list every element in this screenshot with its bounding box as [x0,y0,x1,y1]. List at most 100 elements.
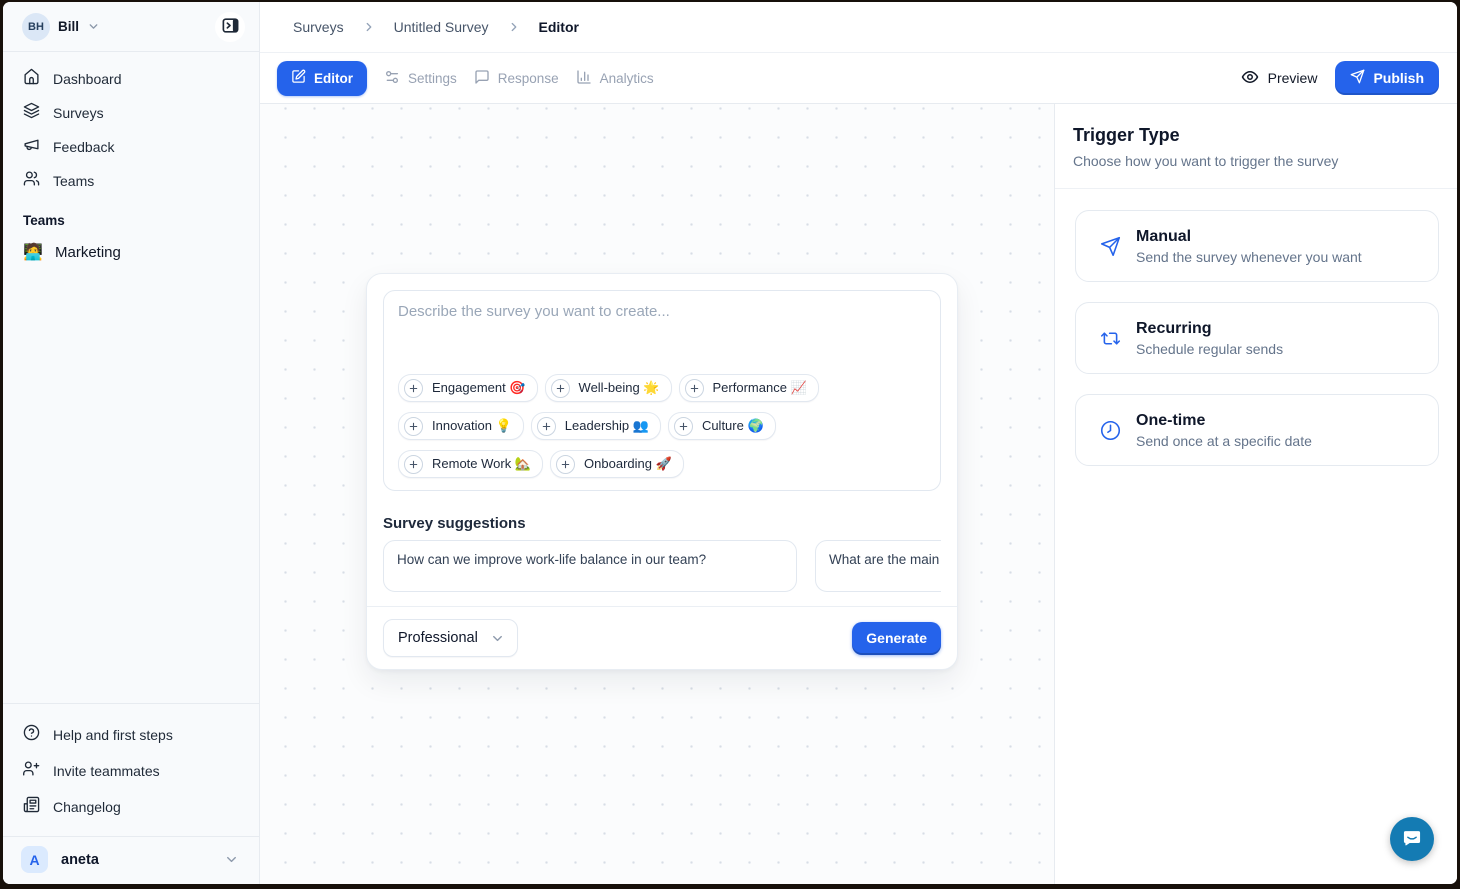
trigger-option-title: One-time [1136,412,1312,430]
chip-label: Onboarding 🚀 [584,456,672,472]
suggestion-card[interactable]: How can we improve work-life balance in … [383,540,797,592]
plus-icon [404,379,423,398]
chevron-down-icon [224,852,239,867]
sidebar-footer: Help and first steps Invite teammates Ch… [3,703,259,884]
editor-tabs: Editor Settings Response Analytics [277,61,654,96]
trigger-option-recurring[interactable]: Recurring Schedule regular sends [1075,302,1439,374]
topic-chip-performance[interactable]: Performance 📈 [679,374,819,402]
trigger-option-description: Schedule regular sends [1136,341,1283,357]
sidebar-item-feedback[interactable]: Feedback [3,130,259,164]
trigger-option-texts: One-time Send once at a specific date [1136,412,1312,449]
editor-toolbar: Editor Settings Response Analytics [260,53,1457,103]
topic-chip-leadership[interactable]: Leadership 👥 [531,412,661,440]
suggestion-card[interactable]: What are the main ob [815,540,941,592]
composer-top: Engagement 🎯 Well-being 🌟 Performance 📈 [367,274,957,491]
sidebar-team-marketing[interactable]: 🧑‍💻 Marketing [3,233,259,271]
sidebar-item-label: Changelog [53,799,121,815]
plus-icon [685,379,704,398]
sidebar-item-invite[interactable]: Invite teammates [3,753,259,789]
topic-chip-onboarding[interactable]: Onboarding 🚀 [550,450,684,478]
sidebar-item-changelog[interactable]: Changelog [3,789,259,825]
chevron-right-icon [507,20,521,34]
generate-button[interactable]: Generate [852,622,941,655]
users-icon [23,170,40,192]
send-icon [1350,69,1365,87]
content-area: Engagement 🎯 Well-being 🌟 Performance 📈 [260,103,1457,884]
trigger-panel-subtitle: Choose how you want to trigger the surve… [1073,153,1439,169]
sidebar-item-label: Dashboard [53,71,122,87]
teams-section-heading: Teams [23,213,239,228]
chat-launcher-button[interactable] [1390,817,1434,861]
analytics-icon [576,69,592,88]
help-circle-icon [23,724,40,746]
sidebar-item-surveys[interactable]: Surveys [3,96,259,130]
trigger-options: Manual Send the survey whenever you want… [1055,189,1457,466]
survey-canvas: Engagement 🎯 Well-being 🌟 Performance 📈 [260,104,1054,884]
home-icon [23,68,40,90]
breadcrumb: Surveys Untitled Survey Editor [260,2,1457,53]
settings-icon [384,69,400,88]
trigger-option-manual[interactable]: Manual Send the survey whenever you want [1075,210,1439,282]
suggestion-text: How can we improve work-life balance in … [397,552,783,567]
sidebar-item-label: Teams [53,173,94,189]
trigger-option-description: Send once at a specific date [1136,433,1312,449]
tab-response[interactable]: Response [474,69,559,88]
org-avatar: A [21,846,48,873]
panel-collapse-icon [221,16,240,38]
plus-icon [404,417,423,436]
repeat-icon [1100,328,1122,349]
collapse-sidebar-button[interactable] [215,12,245,42]
sidebar-item-help[interactable]: Help and first steps [3,717,259,753]
topic-chip-culture[interactable]: Culture 🌍 [668,412,776,440]
survey-description-input[interactable] [398,303,926,374]
tab-label: Response [498,71,559,86]
sidebar-item-label: Feedback [53,139,114,155]
plus-icon [556,455,575,474]
tab-settings[interactable]: Settings [384,69,457,88]
org-switcher[interactable]: A aneta [3,836,259,884]
sidebar-item-label: Help and first steps [53,727,173,743]
org-name: aneta [61,852,211,868]
plus-icon [674,417,693,436]
layers-icon [23,102,40,124]
suggestions-section: Survey suggestions How can we improve wo… [367,491,957,592]
response-icon [474,69,490,88]
team-label: Marketing [55,244,121,261]
breadcrumb-untitled-survey[interactable]: Untitled Survey [394,19,489,35]
plus-icon [404,455,423,474]
clock-icon [1100,420,1122,441]
preview-button[interactable]: Preview [1241,68,1318,89]
topic-chip-engagement[interactable]: Engagement 🎯 [398,374,538,402]
megaphone-icon [23,136,40,158]
trigger-panel-header: Trigger Type Choose how you want to trig… [1055,104,1457,189]
team-emoji: 🧑‍💻 [23,242,41,262]
edit-icon [291,69,306,87]
changelog-icon [23,796,40,818]
chip-label: Culture 🌍 [702,418,764,434]
publish-button[interactable]: Publish [1335,61,1439,95]
breadcrumb-surveys[interactable]: Surveys [293,19,344,35]
suggestions-row: How can we improve work-life balance in … [383,540,941,592]
tab-analytics[interactable]: Analytics [576,69,654,88]
trigger-option-one-time[interactable]: One-time Send once at a specific date [1075,394,1439,466]
chip-label: Remote Work 🏡 [432,456,531,472]
suggestion-text: What are the main ob [829,552,941,567]
topic-chip-wellbeing[interactable]: Well-being 🌟 [545,374,672,402]
main-area: Surveys Untitled Survey Editor Editor Se… [260,2,1457,884]
sidebar-item-teams[interactable]: Teams [3,164,259,198]
workspace-switcher[interactable]: BH Bill [3,2,259,52]
sidebar-item-dashboard[interactable]: Dashboard [3,62,259,96]
tone-select[interactable]: Professional [383,619,518,657]
tab-editor[interactable]: Editor [277,61,367,96]
send-icon [1100,236,1122,257]
sidebar-item-label: Surveys [53,105,104,121]
tab-label: Editor [314,71,353,86]
topic-chip-innovation[interactable]: Innovation 💡 [398,412,524,440]
sidebar-item-label: Invite teammates [53,763,160,779]
chip-label: Well-being 🌟 [579,380,660,396]
chip-label: Engagement 🎯 [432,380,526,396]
chip-label: Performance 📈 [713,380,807,396]
eye-icon [1241,68,1259,89]
topic-chip-remote-work[interactable]: Remote Work 🏡 [398,450,543,478]
tab-label: Analytics [600,71,654,86]
